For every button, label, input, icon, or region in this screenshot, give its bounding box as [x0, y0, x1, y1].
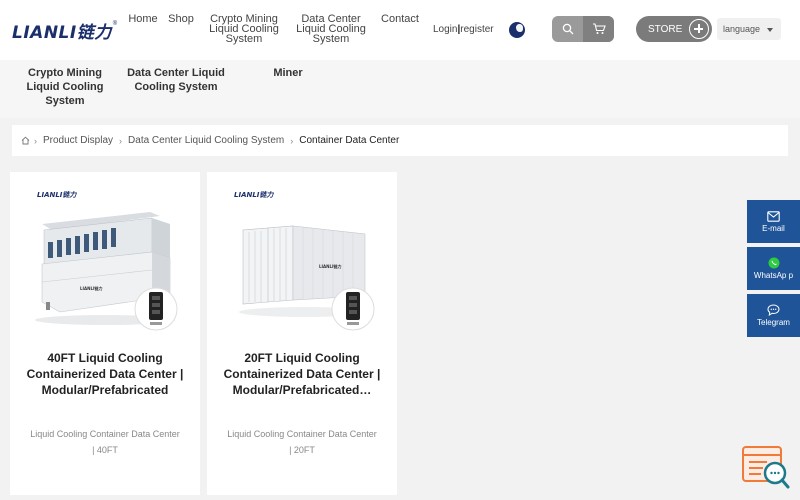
breadcrumb-chevron-icon: › [290, 135, 294, 146]
product-brand-logo: LIANLI链力 [37, 191, 77, 199]
nav-data-center[interactable]: Data Center Liquid Cooling System [296, 14, 366, 45]
product-card[interactable]: LIANLI链力 LIANLI链力 40FT Liquid Cooling Co… [10, 172, 200, 495]
home-icon[interactable] [21, 136, 30, 145]
language-label: language [723, 24, 761, 34]
globe-icon[interactable] [509, 22, 525, 38]
product-brand-logo: LIANLI链力 [234, 191, 274, 199]
store-button[interactable]: STORE [636, 16, 712, 42]
nav-crypto-mining[interactable]: Crypto Mining Liquid Cooling System [208, 14, 280, 45]
logo-text: LIANLI链力 [12, 22, 112, 43]
logo-registered-mark: ® [112, 21, 118, 27]
mail-icon [767, 210, 780, 222]
nav-shop[interactable]: Shop [167, 14, 195, 25]
site-logo[interactable]: LIANLI链力 ® [12, 18, 118, 43]
product-title[interactable]: 40FT Liquid Cooling Containerized Data C… [22, 350, 188, 398]
login-register: Login|register [433, 24, 494, 35]
breadcrumb: › Product Display › Data Center Liquid C… [12, 125, 788, 156]
product-title[interactable]: 20FT Liquid Cooling Containerized Data C… [219, 350, 385, 398]
category-dropdown: Crypto Mining Liquid Cooling System Data… [0, 60, 800, 118]
whatsapp-icon [768, 257, 779, 269]
breadcrumb-chevron-icon: › [34, 135, 37, 146]
side-whatsapp-button[interactable]: WhatsAp p [747, 247, 800, 290]
caret-down-icon [767, 28, 773, 32]
breadcrumb-chevron-icon: › [119, 135, 123, 146]
svg-text:LIANLI链力: LIANLI链力 [319, 263, 342, 269]
site-header: LIANLI链力 ® Home Shop Crypto Mining Liqui… [0, 0, 800, 60]
product-description: Liquid Cooling Container Data Center | 2… [227, 429, 377, 455]
svg-text:LIANLI链力: LIANLI链力 [80, 285, 103, 291]
subnav-crypto-mining[interactable]: Crypto Mining Liquid Cooling System [20, 66, 110, 108]
breadcrumb-current: Container Data Center [299, 135, 400, 146]
cart-icon [592, 23, 606, 34]
cart-button[interactable] [583, 16, 614, 42]
product-card[interactable]: LIANLI链力 LIANLI链力 20FT Liquid Cooling Co… [207, 172, 397, 495]
register-link[interactable]: register [460, 24, 493, 35]
breadcrumb-product-display[interactable]: Product Display [43, 135, 113, 146]
inquiry-search-icon[interactable] [741, 445, 791, 490]
plus-icon [689, 19, 709, 39]
subnav-data-center[interactable]: Data Center Liquid Cooling System [120, 66, 232, 94]
search-cart-group [552, 16, 614, 42]
breadcrumb-data-center[interactable]: Data Center Liquid Cooling System [128, 135, 284, 146]
side-telegram-label: Telegram [757, 318, 790, 327]
side-telegram-button[interactable]: Telegram [747, 294, 800, 337]
side-whatsapp-label: WhatsAp p [753, 271, 794, 280]
product-image[interactable]: LIANLI链力 LIANLI链力 [207, 172, 397, 334]
language-select[interactable]: language [717, 18, 781, 40]
store-label: STORE [648, 23, 683, 35]
side-email-button[interactable]: E-mail [747, 200, 800, 243]
side-email-label: E-mail [762, 223, 785, 233]
chat-icon [767, 304, 780, 316]
product-description: Liquid Cooling Container Data Center | 4… [30, 429, 180, 455]
nav-contact[interactable]: Contact [377, 14, 423, 25]
search-button[interactable] [552, 16, 583, 42]
subnav-miner[interactable]: Miner [262, 66, 314, 80]
login-link[interactable]: Login [433, 24, 457, 35]
search-icon [562, 23, 573, 35]
nav-home[interactable]: Home [128, 14, 158, 25]
product-image[interactable]: LIANLI链力 LIANLI链力 [10, 172, 200, 334]
